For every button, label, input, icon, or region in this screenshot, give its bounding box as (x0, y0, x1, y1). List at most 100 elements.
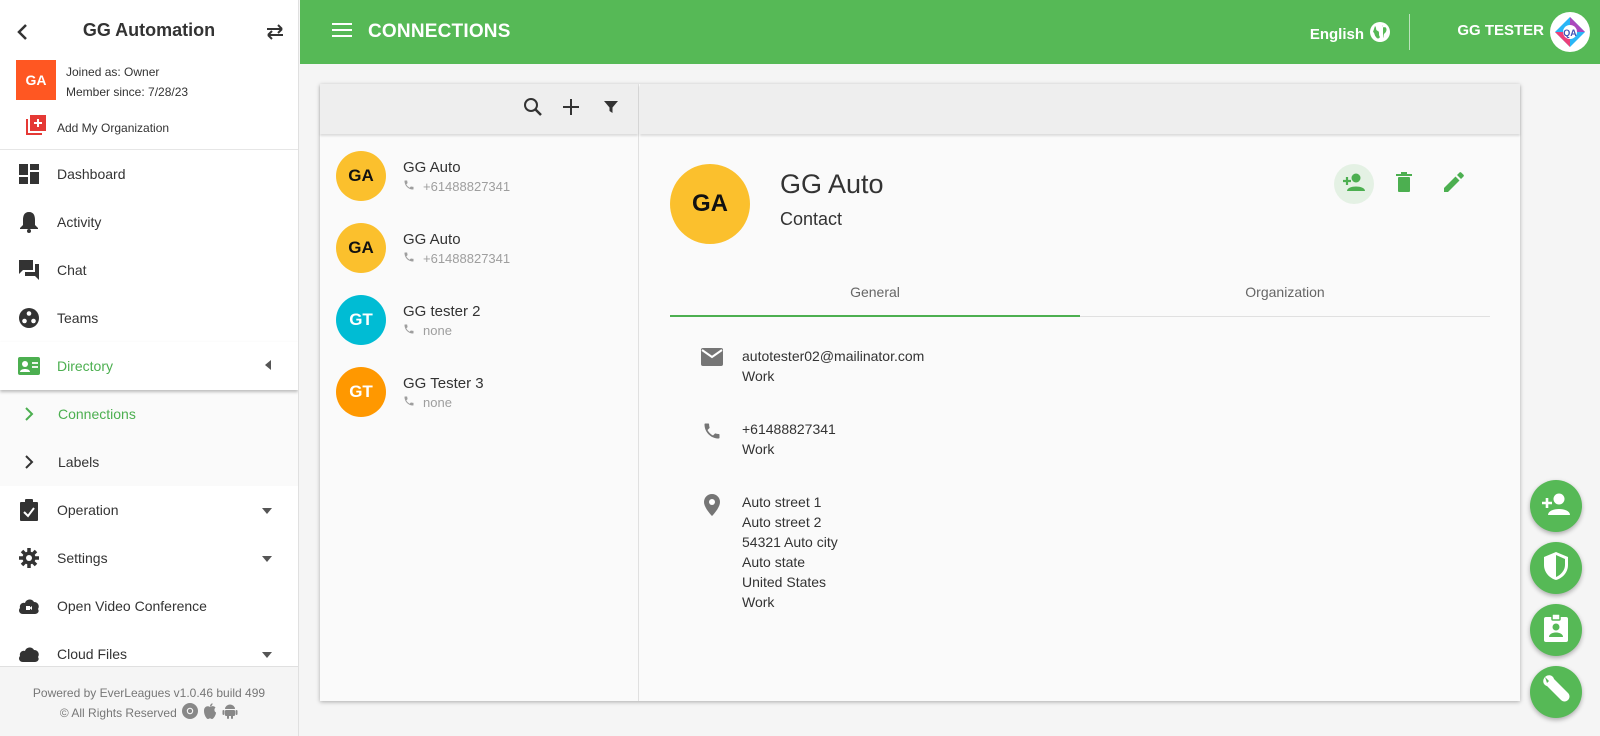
person-add-icon (1541, 492, 1571, 521)
switch-org-icon[interactable] (264, 20, 286, 44)
sidebar-item-connections[interactable]: Connections (0, 390, 298, 438)
sidebar-item-label: Chat (57, 262, 87, 278)
phone-value[interactable]: +61488827341 (742, 419, 836, 439)
contact-list: GA GG Auto +61488827341 GA GG Auto +6148… (320, 134, 638, 428)
search-icon[interactable] (523, 97, 543, 122)
directory-section: Directory (0, 342, 298, 390)
contact-avatar: GA (336, 223, 386, 273)
add-organization-button[interactable]: Add My Organization (25, 114, 169, 141)
address-line: 54321 Auto city (742, 534, 838, 550)
detail-tabs: General Organization (670, 277, 1490, 317)
language-label: English (1309, 25, 1364, 43)
sidebar-item-label: Dashboard (57, 166, 126, 182)
chrome-icon[interactable] (182, 703, 199, 725)
sidebar-header: GG Automation GA Joined as: Owner Member… (0, 0, 298, 150)
detail-type: Contact (780, 209, 843, 229)
gear-icon (18, 547, 40, 569)
sidebar-item-chat[interactable]: Chat (0, 246, 298, 294)
clipboard-check-icon (18, 499, 40, 521)
powered-by: Powered by EverLeagues v1.0.46 build 499 (32, 686, 266, 700)
location-pin-icon (700, 492, 724, 612)
chevron-right-icon (18, 451, 40, 473)
user-name[interactable]: GG TESTER (1457, 22, 1544, 39)
sidebar-item-teams[interactable]: Teams (0, 294, 298, 342)
org-name: GG Automation (82, 20, 216, 40)
sidebar-item-dashboard[interactable]: Dashboard (0, 150, 298, 198)
contact-name: GG Tester 3 (403, 374, 484, 392)
contact-avatar: GT (336, 367, 386, 417)
connections-card: GA GG Auto +61488827341 GA GG Auto +6148… (320, 84, 1520, 701)
phone-icon (403, 179, 423, 194)
caret-down-icon (262, 549, 272, 567)
sidebar-item-directory[interactable]: Directory (0, 342, 298, 390)
contact-badge-fab[interactable] (1530, 604, 1582, 656)
svg-text:QA: QA (1563, 28, 1577, 38)
detail-toolbar (640, 84, 1520, 134)
page-title: CONNECTIONS (368, 21, 511, 42)
security-fab[interactable] (1530, 542, 1582, 594)
edit-button[interactable] (1434, 164, 1474, 204)
copyright-line: © All Rights Reserved (0, 703, 298, 725)
tab-organization[interactable]: Organization (1080, 277, 1490, 316)
contact-phone: +61488827341 (423, 178, 511, 194)
sidebar-item-label: Open Video Conference (57, 598, 207, 614)
email-value[interactable]: autotester02@mailinator.com (742, 346, 924, 366)
add-box-icon (25, 114, 47, 141)
contact-card-icon (18, 355, 40, 377)
sidebar-item-labels[interactable]: Labels (0, 438, 298, 486)
person-add-icon (1342, 172, 1366, 197)
cloud-video-icon (18, 595, 40, 617)
membership-info: Joined as: Owner Member since: 7/28/23 (66, 62, 188, 102)
address-line: Auto street 2 (742, 514, 822, 530)
teams-icon (18, 307, 40, 329)
phone-type: Work (742, 441, 775, 457)
chat-icon (18, 259, 40, 281)
add-organization-label: Add My Organization (57, 120, 170, 135)
add-contact-button[interactable] (1334, 164, 1374, 204)
contact-avatar: GA (336, 151, 386, 201)
tools-fab[interactable] (1530, 666, 1582, 718)
top-app-bar: CONNECTIONS English GG TESTER QA (300, 0, 1600, 64)
pencil-icon (1444, 171, 1464, 197)
delete-button[interactable] (1384, 164, 1424, 204)
address-line: United States (742, 574, 827, 590)
contact-list-item[interactable]: GA GG Auto +61488827341 (320, 212, 638, 284)
contact-list-item[interactable]: GT GG tester 2 none (320, 284, 638, 356)
address-line: Auto state (742, 554, 806, 570)
cloud-icon (18, 643, 40, 665)
sidebar-item-video-conference[interactable]: Open Video Conference (0, 582, 298, 630)
address-row: Auto street 1 Auto street 2 54321 Auto c… (700, 492, 838, 612)
sidebar-nav: Dashboard Activity Chat Teams Directory … (0, 150, 298, 665)
tab-general[interactable]: General (670, 277, 1080, 317)
contact-list-item[interactable]: GT GG Tester 3 none (320, 356, 638, 428)
badge-icon (1544, 612, 1568, 647)
sidebar-item-settings[interactable]: Settings (0, 534, 298, 582)
app-logo-icon[interactable]: QA (1550, 12, 1590, 52)
sidebar-item-label: Connections (58, 406, 136, 422)
sidebar-item-label: Teams (57, 310, 99, 326)
phone-icon (403, 251, 423, 266)
sidebar-item-label: Activity (57, 214, 102, 230)
sidebar-item-label: Operation (57, 502, 119, 518)
phone-icon (403, 323, 423, 338)
sidebar-item-label: Settings (57, 550, 108, 566)
add-person-fab[interactable] (1530, 480, 1582, 532)
detail-avatar: GA (670, 164, 750, 244)
member-since: Member since: 7/28/23 (66, 85, 189, 99)
add-icon[interactable] (561, 97, 581, 122)
sidebar-item-activity[interactable]: Activity (0, 198, 298, 246)
globe-icon (1364, 22, 1390, 46)
email-icon (700, 346, 724, 386)
sidebar-item-operation[interactable]: Operation (0, 486, 298, 534)
contact-phone: +61488827341 (423, 250, 511, 266)
org-avatar: GA (16, 60, 56, 100)
android-icon[interactable] (222, 703, 238, 725)
copyright-text: © All Rights Reserved (59, 706, 177, 721)
shield-icon (1544, 551, 1568, 585)
hamburger-menu-icon[interactable] (332, 22, 352, 43)
language-selector[interactable]: English (1310, 22, 1390, 46)
contact-list-item[interactable]: GA GG Auto +61488827341 (320, 140, 638, 212)
apple-icon[interactable] (202, 703, 218, 725)
sidebar-item-cloud-files[interactable]: Cloud Files (0, 630, 298, 665)
filter-icon[interactable] (604, 100, 618, 119)
